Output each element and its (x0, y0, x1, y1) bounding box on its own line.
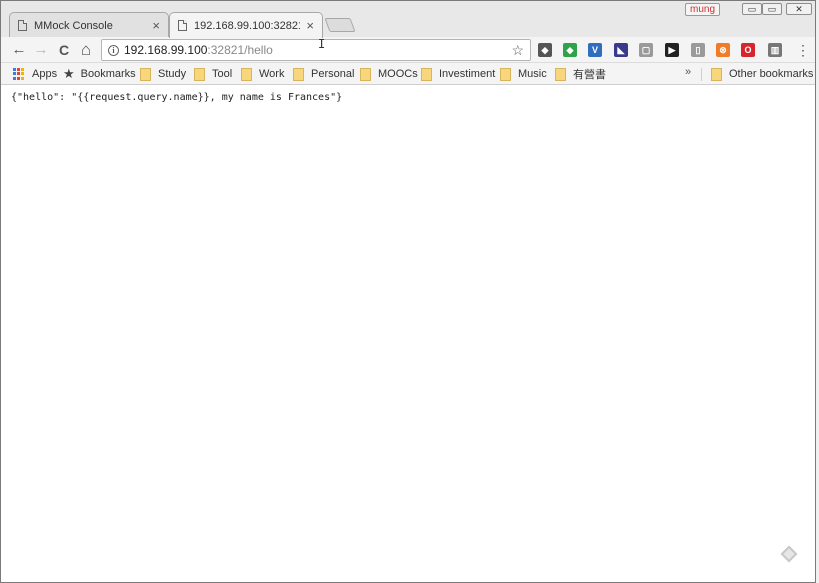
bookmark-label: Study (158, 68, 187, 80)
reload-button[interactable]: C (55, 41, 73, 59)
minimize-icon: ▭ (747, 4, 757, 14)
tab-title: 192.168.99.100:32821/he (194, 19, 300, 32)
bookmark-label: 有營書 (573, 69, 606, 81)
opera-icon[interactable]: O (741, 43, 755, 57)
bookmark-folder-tool[interactable]: Tool (194, 66, 232, 82)
bookmark-label: Personal (311, 68, 355, 80)
close-window-button[interactable]: ✕ (786, 3, 812, 15)
folder-icon (421, 67, 432, 81)
diamond-icon (780, 545, 798, 563)
menu-icon[interactable]: ⋮ (796, 41, 810, 59)
pause-icon[interactable]: ▯ (691, 43, 705, 57)
tab-close-icon[interactable]: × (152, 18, 160, 33)
bookmark-label: Apps (32, 68, 58, 80)
bookmark-folder-investiment[interactable]: Investiment (421, 66, 495, 82)
pocket-icon[interactable]: ◆ (538, 43, 552, 57)
page-content: {"hello": "{{request.query.name}}, my na… (1, 86, 815, 582)
folder-icon (711, 67, 722, 81)
info-icon[interactable]: i (108, 44, 119, 56)
home-button[interactable]: ⌂ (77, 41, 95, 59)
address-bar[interactable]: i 192.168.99.100:32821/hello ☆ (101, 39, 531, 61)
bookmark-apps[interactable]: Apps (13, 66, 57, 82)
bookmark-star-icon[interactable]: ☆ (511, 42, 524, 59)
document-icon (178, 20, 187, 31)
bookmark-label: Other bookmarks (729, 68, 814, 80)
bookmark-folder-study[interactable]: Study (140, 66, 186, 82)
vue-devtools-icon[interactable]: V (588, 43, 602, 57)
bookmark-label: Music (518, 68, 547, 80)
tab-strip: MMock Console × 192.168.99.100:32821/he … (1, 1, 815, 38)
tab-title: MMock Console (34, 19, 113, 32)
restore-button[interactable]: ▭ (762, 3, 782, 15)
folder-icon (194, 67, 205, 81)
bookmark-label: Tool (212, 68, 233, 80)
bookmark-bookmarks[interactable]: ★ Bookmarks (63, 66, 136, 82)
evernote-icon[interactable]: ◆ (563, 43, 577, 57)
feedly-icon[interactable]: ◣ (614, 43, 628, 57)
tab-mmock-console[interactable]: MMock Console × (9, 12, 169, 38)
bookmark-folder-work[interactable]: Work (241, 66, 284, 82)
apps-grid-icon (13, 68, 25, 80)
bookmark-folder-personal[interactable]: Personal (293, 66, 354, 82)
star-icon: ★ (63, 66, 75, 81)
url-host: 192.168.99.100 (124, 43, 208, 57)
close-icon: ✕ (795, 4, 803, 14)
bookmarks-bar: Apps ★ Bookmarks Study Tool Work Persona… (1, 63, 815, 85)
json-response-text: {"hello": "{{request.query.name}}, my na… (11, 92, 343, 103)
profile-button[interactable]: mung (685, 3, 721, 16)
bookmark-folder-other[interactable]: Other bookmarks (711, 66, 813, 82)
toolbar: ← → C ⌂ i 192.168.99.100:32821/hello ☆ ◆… (1, 37, 815, 63)
folder-icon (140, 67, 151, 81)
bookmark-label: MOOCs (378, 68, 418, 80)
new-tab-button[interactable] (324, 18, 356, 32)
browser-window: MMock Console × 192.168.99.100:32821/he … (0, 0, 816, 583)
text-cursor-icon: I (318, 37, 326, 51)
document-icon (18, 20, 27, 31)
folder-icon (241, 67, 252, 81)
clipboard-icon[interactable]: ▢ (639, 43, 653, 57)
tab-hello[interactable]: 192.168.99.100:32821/he × (169, 12, 323, 38)
bookmark-folder-music[interactable]: Music (500, 66, 547, 82)
adblock-icon[interactable]: ⊗ (716, 43, 730, 57)
minimize-button[interactable]: ▭ (742, 3, 762, 15)
forward-button[interactable]: → (32, 41, 50, 59)
bookmark-manager-icon[interactable]: ▶ (665, 43, 679, 57)
profile-name: mung (690, 4, 716, 15)
restore-icon: ▭ (767, 4, 777, 14)
bookmark-label: Investiment (439, 68, 496, 80)
bookmark-folder-book[interactable]: 有營書 (555, 66, 606, 82)
url-path: :32821/hello (207, 43, 273, 57)
bookmarks-overflow-button[interactable]: » (685, 66, 691, 78)
folder-icon (500, 67, 511, 81)
bookmarks-divider (701, 68, 702, 81)
back-button[interactable]: ← (10, 41, 28, 59)
folder-icon (360, 67, 371, 81)
reader-icon[interactable]: ▥ (768, 43, 782, 57)
bookmark-label: Bookmarks (80, 68, 136, 80)
bookmark-folder-moocs[interactable]: MOOCs (360, 66, 418, 82)
bookmark-label: Work (259, 68, 285, 80)
folder-icon (293, 67, 304, 81)
folder-icon (555, 67, 566, 81)
tab-close-icon[interactable]: × (306, 18, 314, 33)
